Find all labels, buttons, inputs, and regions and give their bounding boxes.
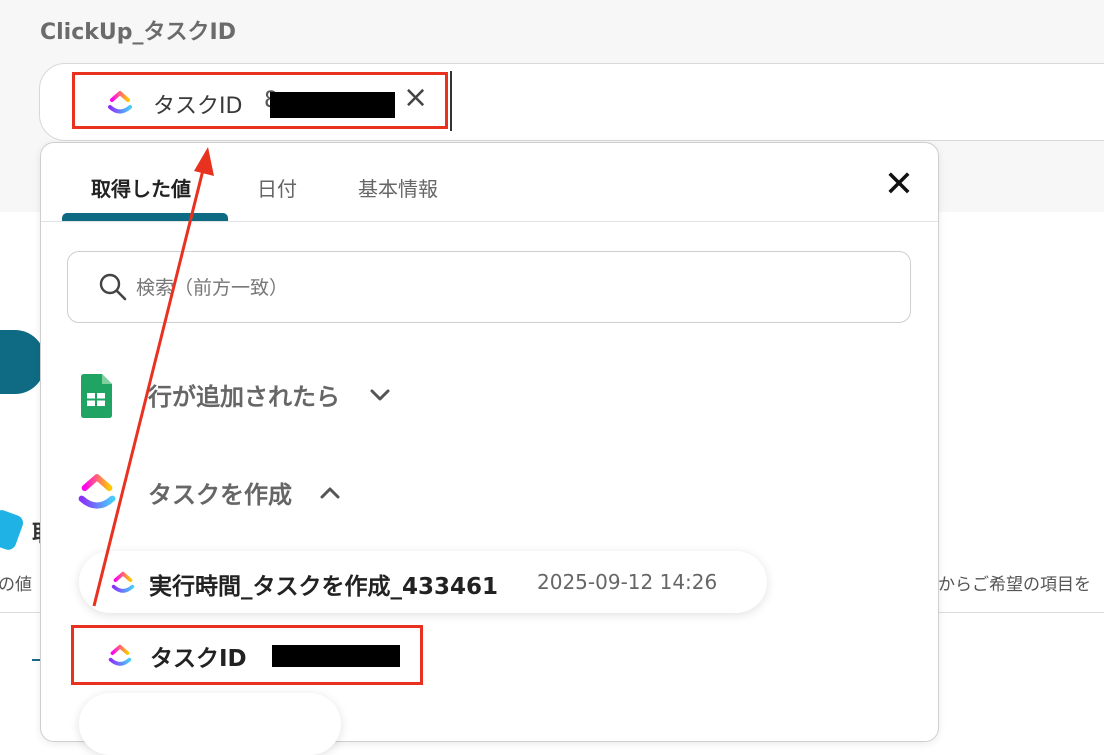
section-title: タスクを作成 <box>148 481 292 509</box>
list-item-execution-time[interactable]: 実行時間_タスクを作成_433461 2025-09-12 14:26 <box>79 551 767 613</box>
section-row-added[interactable]: 行が追加されたら <box>41 363 938 423</box>
item-label: タスクID <box>150 646 247 672</box>
clickup-icon <box>109 567 137 601</box>
tab-divider <box>41 221 938 222</box>
item-timestamp: 2025-09-12 14:26 <box>537 570 718 594</box>
tab-retrieved-values[interactable]: 取得した値 <box>91 173 191 202</box>
list-item-next[interactable] <box>79 693 341 755</box>
google-sheets-icon <box>79 373 113 423</box>
chevron-down-icon[interactable] <box>369 387 391 406</box>
background-left-text: の値 <box>0 575 32 595</box>
search-input[interactable] <box>134 270 838 306</box>
background-right-text: からご希望の項目を <box>938 575 1091 595</box>
search-icon <box>99 273 127 301</box>
background-app-icon <box>0 507 26 553</box>
chevron-up-icon[interactable] <box>319 485 341 504</box>
tab-date[interactable]: 日付 <box>257 173 297 202</box>
item-label: 実行時間_タスクを作成_433461 <box>149 574 499 600</box>
clickup-icon <box>105 86 135 122</box>
background-button <box>0 330 45 394</box>
chip-label: タスクID <box>153 94 243 119</box>
section-create-task[interactable]: タスクを作成 <box>41 461 938 521</box>
selected-value-chip[interactable]: タスクID 8 × <box>72 72 448 129</box>
redacted-value <box>272 645 400 667</box>
list-item-task-id[interactable]: タスクID <box>71 625 423 685</box>
remove-chip-icon[interactable]: × <box>403 83 428 113</box>
text-caret <box>450 71 452 131</box>
field-label: ClickUp_タスクID <box>40 20 236 45</box>
tab-basic-info[interactable]: 基本情報 <box>358 173 438 202</box>
redacted-value <box>270 92 395 118</box>
section-title: 行が追加されたら <box>148 383 340 411</box>
close-icon[interactable]: ✕ <box>879 165 919 205</box>
clickup-icon <box>106 640 134 674</box>
search-box <box>67 251 911 323</box>
clickup-icon <box>74 465 120 521</box>
